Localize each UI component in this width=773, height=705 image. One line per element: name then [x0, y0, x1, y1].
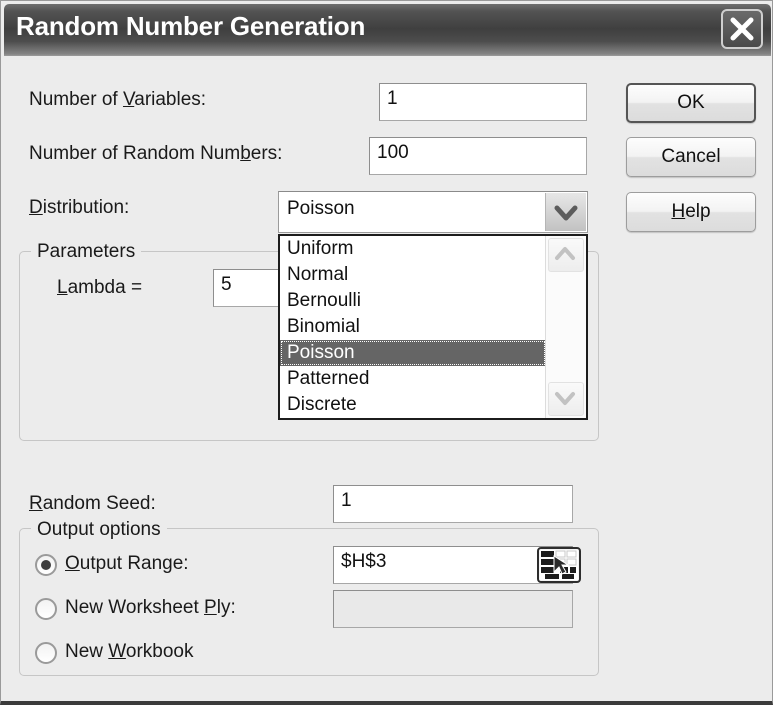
list-item[interactable]: Normal	[280, 262, 546, 288]
dropdown-scrollbar[interactable]	[545, 236, 586, 418]
list-item[interactable]: Bernoulli	[280, 288, 546, 314]
num-random-numbers-input[interactable]: 100	[369, 137, 587, 175]
chevron-down-icon[interactable]	[548, 382, 584, 416]
cancel-button[interactable]: Cancel	[626, 137, 756, 177]
output-range-radio[interactable]	[35, 554, 57, 576]
lambda-label: Lambda =	[57, 277, 143, 298]
parameters-group-title: Parameters	[31, 241, 142, 263]
title-bar: Random Number Generation	[4, 4, 771, 56]
help-button[interactable]: Help	[626, 192, 756, 232]
radio-dot	[41, 560, 51, 570]
distribution-combobox-value: Poisson	[287, 198, 355, 219]
ok-button[interactable]: OK	[626, 83, 756, 123]
new-workbook-label[interactable]: New Workbook	[65, 641, 194, 663]
new-worksheet-ply-radio[interactable]	[35, 598, 57, 620]
output-options-group-title: Output options	[31, 519, 167, 541]
num-variables-label: Number of Variables:	[29, 89, 207, 110]
window-title: Random Number Generation	[16, 11, 366, 41]
list-item[interactable]: Patterned	[280, 366, 546, 392]
num-random-numbers-label: Number of Random Numbers:	[29, 143, 283, 164]
random-seed-input[interactable]: 1	[333, 485, 573, 523]
new-workbook-radio[interactable]	[35, 642, 57, 664]
chevron-down-icon[interactable]	[545, 193, 586, 231]
num-variables-input[interactable]: 1	[379, 83, 587, 121]
list-item[interactable]: Binomial	[280, 314, 546, 340]
new-worksheet-ply-input[interactable]	[333, 590, 573, 628]
list-item[interactable]: Uniform	[280, 236, 546, 262]
random-number-generation-dialog: Random Number Generation Number of Varia…	[0, 0, 773, 705]
dropdown-items: Uniform Normal Bernoulli Binomial Poisso…	[280, 236, 546, 418]
new-worksheet-ply-label[interactable]: New Worksheet Ply:	[65, 597, 236, 619]
list-item-selected[interactable]: Poisson	[280, 340, 546, 366]
distribution-combobox[interactable]: Poisson	[278, 191, 588, 233]
output-range-label[interactable]: Output Range:	[65, 553, 189, 575]
distribution-label: Distribution:	[29, 197, 130, 218]
random-seed-label: Random Seed:	[29, 493, 156, 514]
chevron-up-icon[interactable]	[548, 238, 584, 272]
range-select-icon[interactable]	[537, 547, 581, 583]
list-item[interactable]: Discrete	[280, 392, 546, 418]
close-icon[interactable]	[721, 9, 763, 49]
distribution-dropdown-list[interactable]: Uniform Normal Bernoulli Binomial Poisso…	[278, 234, 588, 420]
